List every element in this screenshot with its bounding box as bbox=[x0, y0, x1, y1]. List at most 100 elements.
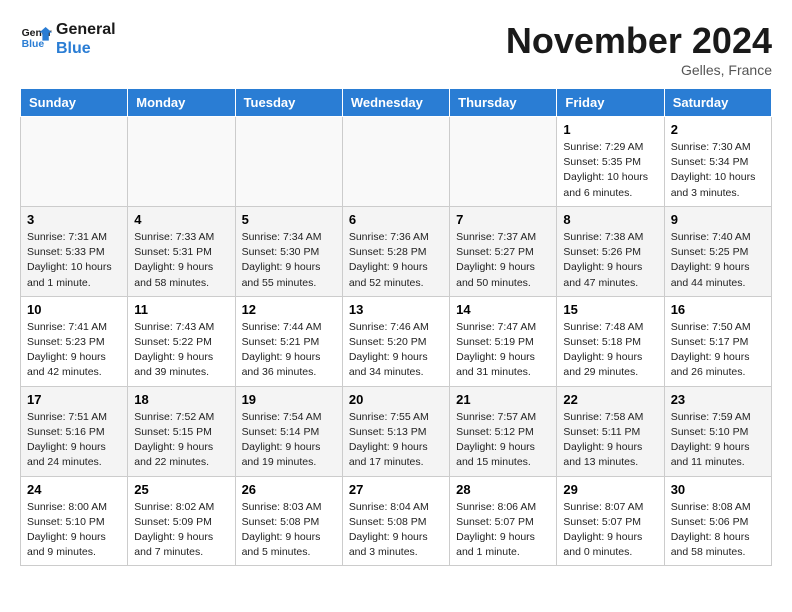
weekday-wednesday: Wednesday bbox=[342, 89, 449, 117]
day-cell: 9 Sunrise: 7:40 AMSunset: 5:25 PMDaylight… bbox=[664, 206, 771, 296]
day-number: 12 bbox=[242, 302, 336, 317]
page-header: General Blue General Blue November 2024 … bbox=[20, 20, 772, 78]
day-cell: 4 Sunrise: 7:33 AMSunset: 5:31 PMDaylight… bbox=[128, 206, 235, 296]
logo-icon: General Blue bbox=[20, 23, 52, 55]
day-number: 9 bbox=[671, 212, 765, 227]
day-number: 17 bbox=[27, 392, 121, 407]
day-number: 3 bbox=[27, 212, 121, 227]
weekday-monday: Monday bbox=[128, 89, 235, 117]
day-info: Sunrise: 8:00 AMSunset: 5:10 PMDaylight:… bbox=[27, 500, 121, 561]
day-number: 16 bbox=[671, 302, 765, 317]
day-info: Sunrise: 7:36 AMSunset: 5:28 PMDaylight:… bbox=[349, 230, 443, 291]
day-info: Sunrise: 7:54 AMSunset: 5:14 PMDaylight:… bbox=[242, 410, 336, 471]
day-cell: 20Sunrise: 7:55 AMSunset: 5:13 PMDayligh… bbox=[342, 386, 449, 476]
day-info: Sunrise: 7:29 AMSunset: 5:35 PMDaylight:… bbox=[563, 140, 657, 201]
title-block: November 2024 Gelles, France bbox=[506, 20, 772, 78]
day-info: Sunrise: 8:07 AMSunset: 5:07 PMDaylight:… bbox=[563, 500, 657, 561]
day-cell: 23 Sunrise: 7:59 AMSunset: 5:10 PMDayligh… bbox=[664, 386, 771, 476]
day-cell: 21Sunrise: 7:57 AMSunset: 5:12 PMDayligh… bbox=[450, 386, 557, 476]
weekday-header-row: SundayMondayTuesdayWednesdayThursdayFrid… bbox=[21, 89, 772, 117]
day-number: 13 bbox=[349, 302, 443, 317]
day-cell: 13 Sunrise: 7:46 AMSunset: 5:20 PMDayligh… bbox=[342, 296, 449, 386]
week-row-4: 17 Sunrise: 7:51 AMSunset: 5:16 PMDayligh… bbox=[21, 386, 772, 476]
location: Gelles, France bbox=[506, 62, 772, 78]
day-info: Sunrise: 7:58 AMSunset: 5:11 PMDaylight:… bbox=[563, 410, 657, 471]
day-cell: 26Sunrise: 8:03 AMSunset: 5:08 PMDayligh… bbox=[235, 476, 342, 566]
day-number: 5 bbox=[242, 212, 336, 227]
week-row-3: 10 Sunrise: 7:41 AMSunset: 5:23 PMDayligh… bbox=[21, 296, 772, 386]
day-number: 11 bbox=[134, 302, 228, 317]
week-row-1: 1 Sunrise: 7:29 AMSunset: 5:35 PMDaylight… bbox=[21, 117, 772, 207]
day-cell bbox=[235, 117, 342, 207]
day-number: 7 bbox=[456, 212, 550, 227]
day-cell: 15 Sunrise: 7:48 AMSunset: 5:18 PMDayligh… bbox=[557, 296, 664, 386]
logo-blue: Blue bbox=[56, 39, 116, 58]
day-info: Sunrise: 8:08 AMSunset: 5:06 PMDaylight:… bbox=[671, 500, 765, 561]
day-info: Sunrise: 7:47 AMSunset: 5:19 PMDaylight:… bbox=[456, 320, 550, 381]
day-info: Sunrise: 7:40 AMSunset: 5:25 PMDaylight:… bbox=[671, 230, 765, 291]
day-info: Sunrise: 7:55 AMSunset: 5:13 PMDaylight:… bbox=[349, 410, 443, 471]
day-cell: 10 Sunrise: 7:41 AMSunset: 5:23 PMDayligh… bbox=[21, 296, 128, 386]
day-info: Sunrise: 7:41 AMSunset: 5:23 PMDaylight:… bbox=[27, 320, 121, 381]
day-number: 8 bbox=[563, 212, 657, 227]
day-info: Sunrise: 7:46 AMSunset: 5:20 PMDaylight:… bbox=[349, 320, 443, 381]
day-cell: 19 Sunrise: 7:54 AMSunset: 5:14 PMDayligh… bbox=[235, 386, 342, 476]
day-number: 1 bbox=[563, 122, 657, 137]
day-cell: 28 Sunrise: 8:06 AMSunset: 5:07 PMDayligh… bbox=[450, 476, 557, 566]
day-number: 19 bbox=[242, 392, 336, 407]
day-number: 15 bbox=[563, 302, 657, 317]
day-cell: 27Sunrise: 8:04 AMSunset: 5:08 PMDayligh… bbox=[342, 476, 449, 566]
day-info: Sunrise: 7:33 AMSunset: 5:31 PMDaylight:… bbox=[134, 230, 228, 291]
day-cell: 11 Sunrise: 7:43 AMSunset: 5:22 PMDayligh… bbox=[128, 296, 235, 386]
day-cell: 12 Sunrise: 7:44 AMSunset: 5:21 PMDayligh… bbox=[235, 296, 342, 386]
day-cell: 3 Sunrise: 7:31 AMSunset: 5:33 PMDaylight… bbox=[21, 206, 128, 296]
day-number: 14 bbox=[456, 302, 550, 317]
day-cell: 14 Sunrise: 7:47 AMSunset: 5:19 PMDayligh… bbox=[450, 296, 557, 386]
day-number: 22 bbox=[563, 392, 657, 407]
day-number: 4 bbox=[134, 212, 228, 227]
day-cell: 5 Sunrise: 7:34 AMSunset: 5:30 PMDaylight… bbox=[235, 206, 342, 296]
day-number: 21 bbox=[456, 392, 550, 407]
weekday-sunday: Sunday bbox=[21, 89, 128, 117]
day-cell: 24 Sunrise: 8:00 AMSunset: 5:10 PMDayligh… bbox=[21, 476, 128, 566]
day-number: 2 bbox=[671, 122, 765, 137]
day-info: Sunrise: 7:43 AMSunset: 5:22 PMDaylight:… bbox=[134, 320, 228, 381]
day-cell bbox=[128, 117, 235, 207]
day-cell: 2 Sunrise: 7:30 AMSunset: 5:34 PMDaylight… bbox=[664, 117, 771, 207]
day-info: Sunrise: 7:34 AMSunset: 5:30 PMDaylight:… bbox=[242, 230, 336, 291]
day-cell bbox=[21, 117, 128, 207]
day-number: 25 bbox=[134, 482, 228, 497]
day-info: Sunrise: 8:03 AMSunset: 5:08 PMDaylight:… bbox=[242, 500, 336, 561]
calendar: SundayMondayTuesdayWednesdayThursdayFrid… bbox=[20, 88, 772, 566]
day-number: 10 bbox=[27, 302, 121, 317]
day-cell bbox=[342, 117, 449, 207]
day-number: 24 bbox=[27, 482, 121, 497]
day-info: Sunrise: 8:02 AMSunset: 5:09 PMDaylight:… bbox=[134, 500, 228, 561]
day-number: 6 bbox=[349, 212, 443, 227]
day-info: Sunrise: 7:50 AMSunset: 5:17 PMDaylight:… bbox=[671, 320, 765, 381]
day-info: Sunrise: 7:30 AMSunset: 5:34 PMDaylight:… bbox=[671, 140, 765, 201]
day-info: Sunrise: 7:51 AMSunset: 5:16 PMDaylight:… bbox=[27, 410, 121, 471]
day-number: 23 bbox=[671, 392, 765, 407]
day-number: 28 bbox=[456, 482, 550, 497]
day-number: 29 bbox=[563, 482, 657, 497]
day-cell: 6 Sunrise: 7:36 AMSunset: 5:28 PMDaylight… bbox=[342, 206, 449, 296]
day-cell: 22 Sunrise: 7:58 AMSunset: 5:11 PMDayligh… bbox=[557, 386, 664, 476]
week-row-2: 3 Sunrise: 7:31 AMSunset: 5:33 PMDaylight… bbox=[21, 206, 772, 296]
weekday-friday: Friday bbox=[557, 89, 664, 117]
day-info: Sunrise: 7:44 AMSunset: 5:21 PMDaylight:… bbox=[242, 320, 336, 381]
svg-text:Blue: Blue bbox=[22, 39, 45, 50]
day-info: Sunrise: 7:31 AMSunset: 5:33 PMDaylight:… bbox=[27, 230, 121, 291]
day-cell: 16 Sunrise: 7:50 AMSunset: 5:17 PMDayligh… bbox=[664, 296, 771, 386]
day-info: Sunrise: 7:52 AMSunset: 5:15 PMDaylight:… bbox=[134, 410, 228, 471]
day-cell: 18Sunrise: 7:52 AMSunset: 5:15 PMDayligh… bbox=[128, 386, 235, 476]
weekday-thursday: Thursday bbox=[450, 89, 557, 117]
day-cell: 8 Sunrise: 7:38 AMSunset: 5:26 PMDaylight… bbox=[557, 206, 664, 296]
day-cell: 29 Sunrise: 8:07 AMSunset: 5:07 PMDayligh… bbox=[557, 476, 664, 566]
day-info: Sunrise: 7:38 AMSunset: 5:26 PMDaylight:… bbox=[563, 230, 657, 291]
day-info: Sunrise: 7:59 AMSunset: 5:10 PMDaylight:… bbox=[671, 410, 765, 471]
day-info: Sunrise: 7:48 AMSunset: 5:18 PMDaylight:… bbox=[563, 320, 657, 381]
day-info: Sunrise: 8:06 AMSunset: 5:07 PMDaylight:… bbox=[456, 500, 550, 561]
month-title: November 2024 bbox=[506, 20, 772, 62]
logo-general: General bbox=[56, 20, 116, 39]
